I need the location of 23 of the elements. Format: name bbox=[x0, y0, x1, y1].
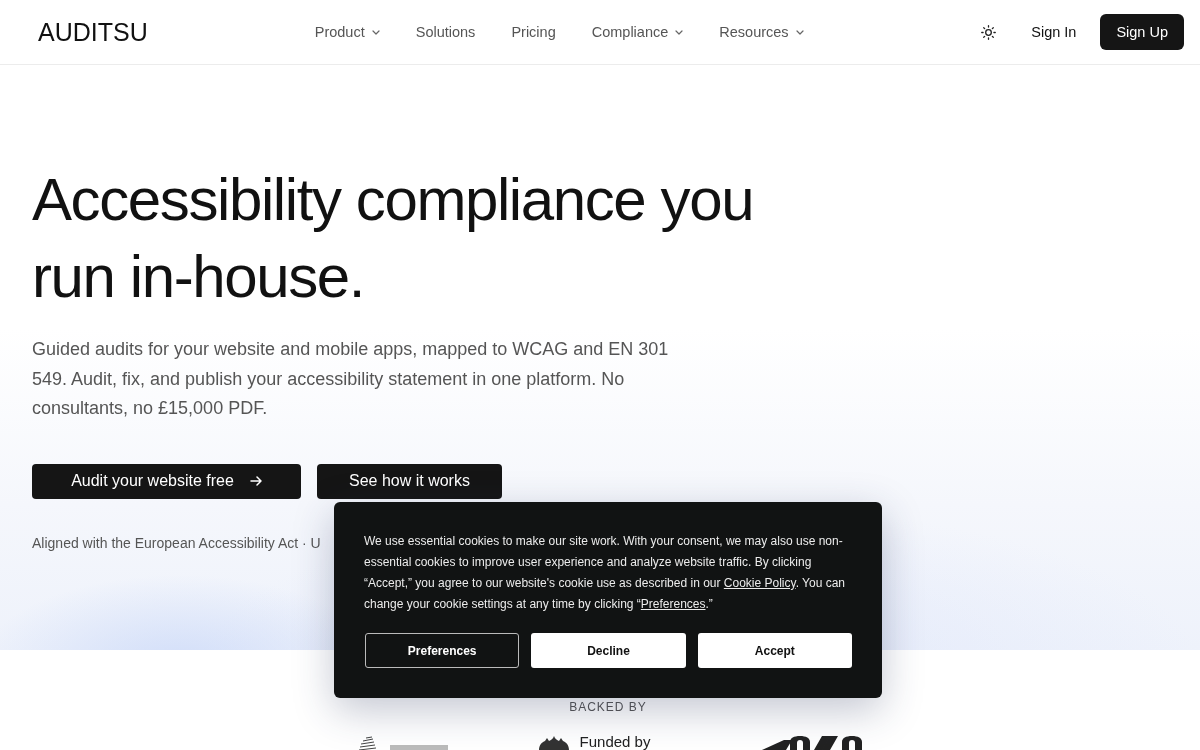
brand-logo[interactable]: AUDITSU bbox=[38, 19, 148, 45]
inline-link[interactable]: Preferences bbox=[640, 597, 706, 611]
nav-link[interactable]: Solutions bbox=[415, 24, 476, 40]
cta-button[interactable]: See how it works bbox=[317, 463, 502, 499]
sign-up-button[interactable]: Sign Up bbox=[1100, 14, 1184, 50]
hero-heading: Accessibility compliance you run in-house. bbox=[32, 165, 755, 312]
nav-link[interactable]: Resources bbox=[719, 24, 804, 40]
hero-description: Guided audits for your website and mobile apps, mapped to WCAG and EN 301 549. Audit, fix, and publish your accessibility statement in one platform. No consultants, no £15,000 PDF. bbox=[32, 338, 670, 420]
theme-toggle-button[interactable] bbox=[981, 24, 997, 40]
sun-icon bbox=[981, 24, 997, 40]
section-label: BACKED BY bbox=[569, 700, 647, 714]
compliance-tagline: Aligned with the European Accessibility Act · U bbox=[32, 533, 321, 553]
nav-link[interactable]: Product bbox=[314, 24, 380, 40]
cookie-button[interactable]: Decline bbox=[531, 633, 686, 668]
cta-button[interactable]: Audit your website free bbox=[32, 463, 301, 499]
logo-caption: Funded by bbox=[579, 734, 651, 749]
inline-link[interactable]: Cookie Policy bbox=[723, 576, 796, 590]
cookie-notice-text: We use essential cookies to make our site work. With your consent, we may also use non-essential cookies to improve user experience and analyze website traffic. By clicking “Accept,” you agree to our website's cookie use as described in our Cookie Policy. You can change your cookie settings at any time by clicking “Preferences.” bbox=[364, 533, 846, 613]
sign-in-link[interactable]: Sign In bbox=[1031, 24, 1077, 40]
nav-link[interactable]: Pricing bbox=[511, 24, 556, 40]
nav-link[interactable]: Compliance bbox=[591, 24, 684, 40]
cookie-button[interactable]: Accept bbox=[697, 633, 852, 668]
cookie-button[interactable]: Preferences bbox=[365, 633, 520, 668]
